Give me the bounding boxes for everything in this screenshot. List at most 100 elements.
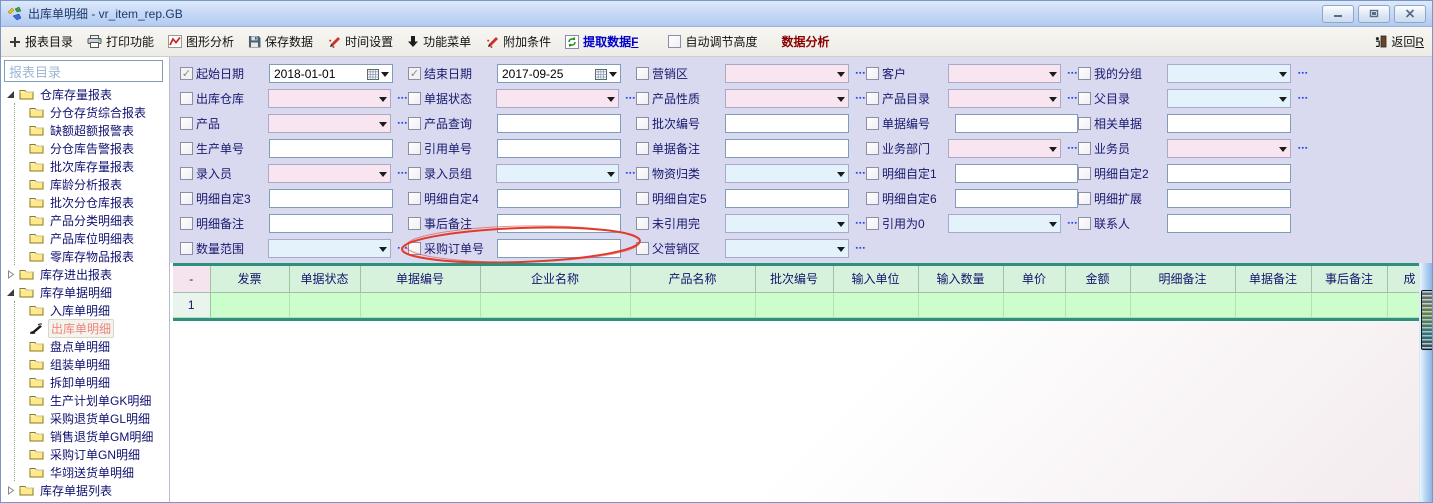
dropdown-select[interactable] — [948, 214, 1060, 233]
filter-checkbox[interactable] — [180, 142, 193, 155]
grid-cell[interactable] — [289, 292, 360, 317]
filter-checkbox[interactable] — [866, 67, 879, 80]
filter-checkbox[interactable] — [1078, 117, 1091, 130]
text-input[interactable] — [1167, 189, 1291, 208]
tree-item[interactable]: 缺额超额报警表 — [15, 121, 169, 139]
more-options-button[interactable]: ▪▪▪ — [1068, 95, 1078, 102]
tree-item[interactable]: 分仓库告警报表 — [15, 139, 169, 157]
filter-checkbox[interactable] — [408, 167, 421, 180]
text-input[interactable] — [269, 139, 393, 158]
dropdown-select[interactable] — [725, 89, 849, 108]
minimize-button[interactable] — [1322, 5, 1354, 23]
report-directory-search-input[interactable] — [4, 60, 163, 82]
grid-cell[interactable] — [630, 292, 755, 317]
filter-checkbox[interactable] — [1078, 167, 1091, 180]
column-header[interactable]: 产品名称 — [630, 266, 755, 292]
filter-checkbox[interactable] — [636, 242, 649, 255]
filter-checkbox[interactable] — [1078, 217, 1091, 230]
filter-checkbox[interactable] — [636, 167, 649, 180]
date-input[interactable]: 2018-01-01 — [269, 64, 393, 83]
filter-checkbox[interactable] — [1078, 192, 1091, 205]
text-input[interactable] — [725, 114, 849, 133]
vertical-scrollbar[interactable] — [1419, 263, 1432, 502]
column-header[interactable]: 成 — [1387, 266, 1419, 292]
filter-checkbox[interactable] — [636, 192, 649, 205]
close-button[interactable] — [1394, 5, 1426, 23]
filter-checkbox[interactable] — [636, 217, 649, 230]
column-header[interactable]: 事后备注 — [1311, 266, 1387, 292]
more-options-button[interactable]: ▪▪▪ — [1068, 220, 1078, 227]
more-options-button[interactable]: ▪▪▪ — [626, 95, 636, 102]
restore-button[interactable] — [1358, 5, 1390, 23]
grid-cell[interactable] — [833, 292, 918, 317]
tree-item[interactable]: 产品分类明细表 — [15, 211, 169, 229]
more-options-button[interactable]: ▪▪▪ — [1298, 95, 1308, 102]
grid-cell[interactable] — [1065, 292, 1130, 317]
filter-checkbox[interactable] — [180, 192, 193, 205]
grid-cell[interactable] — [360, 292, 480, 317]
text-input[interactable] — [1167, 214, 1291, 233]
more-options-button[interactable]: ▪▪▪ — [626, 170, 636, 177]
filter-checkbox[interactable] — [408, 217, 421, 230]
more-options-button[interactable]: ▪▪▪ — [1068, 145, 1078, 152]
row-number-cell[interactable]: 1 — [173, 292, 210, 317]
text-input[interactable] — [497, 189, 621, 208]
text-input[interactable] — [269, 189, 393, 208]
filter-checkbox[interactable] — [408, 92, 421, 105]
filter-checkbox[interactable]: ✓ — [180, 67, 193, 80]
tree-folder[interactable]: 库存进出报表 — [1, 265, 169, 283]
grid-cell[interactable] — [1235, 292, 1311, 317]
more-options-button[interactable]: ▪▪▪ — [856, 170, 866, 177]
dropdown-select[interactable] — [1167, 139, 1291, 158]
dropdown-select[interactable] — [725, 239, 849, 258]
scrollbar-thumb[interactable] — [1421, 290, 1433, 350]
tree-item[interactable]: 零库存物品报表 — [15, 247, 169, 265]
save-data-button[interactable]: 保存数据 — [248, 33, 313, 50]
tree-item[interactable]: 采购订单GN明细 — [15, 445, 169, 463]
tree-item[interactable]: 采购退货单GL明细 — [15, 409, 169, 427]
tree-item[interactable]: 库龄分析报表 — [15, 175, 169, 193]
filter-checkbox[interactable]: ✓ — [408, 67, 421, 80]
more-options-button[interactable]: ▪▪▪ — [1298, 70, 1308, 77]
more-options-button[interactable]: ▪▪▪ — [856, 220, 866, 227]
dropdown-select[interactable] — [496, 164, 618, 183]
dropdown-select[interactable] — [948, 89, 1060, 108]
dropdown-select[interactable] — [496, 89, 618, 108]
collapse-icon[interactable] — [6, 90, 15, 99]
more-options-button[interactable]: ▪▪▪ — [856, 245, 866, 252]
tree-folder[interactable]: 库存单据列表 — [1, 481, 169, 499]
date-input[interactable]: 2017-09-25 — [497, 64, 621, 83]
column-header[interactable]: 金额 — [1065, 266, 1130, 292]
grid-cell[interactable] — [755, 292, 833, 317]
dropdown-select[interactable] — [268, 89, 390, 108]
column-header[interactable]: 单据状态 — [289, 266, 360, 292]
column-header[interactable]: 单价 — [1003, 266, 1065, 292]
dropdown-select[interactable] — [948, 139, 1060, 158]
text-input[interactable] — [1167, 164, 1291, 183]
more-options-button[interactable]: ▪▪▪ — [398, 95, 408, 102]
more-options-button[interactable]: ▪▪▪ — [1298, 145, 1308, 152]
filter-checkbox[interactable] — [408, 192, 421, 205]
tree-item[interactable]: 组装单明细 — [15, 355, 169, 373]
tree-item[interactable]: 分仓存货综合报表 — [15, 103, 169, 121]
additional-conditions-button[interactable]: 附加条件 — [485, 33, 551, 50]
dropdown-select[interactable] — [268, 114, 390, 133]
grid-cell[interactable] — [210, 292, 289, 317]
dropdown-select[interactable] — [725, 164, 849, 183]
grid-cell[interactable] — [1130, 292, 1235, 317]
back-button[interactable]: 返回R — [1374, 33, 1424, 50]
tree-item[interactable]: 拆卸单明细 — [15, 373, 169, 391]
text-input[interactable] — [497, 114, 621, 133]
collapse-icon[interactable] — [6, 288, 15, 297]
tree-item[interactable]: 华翊送货单明细 — [15, 463, 169, 481]
tree-item[interactable]: 出库单明细 — [15, 319, 169, 337]
dropdown-select[interactable] — [1167, 64, 1291, 83]
time-settings-button[interactable]: 时间设置 — [327, 33, 393, 50]
column-header[interactable]: 批次编号 — [755, 266, 833, 292]
filter-checkbox[interactable] — [1078, 92, 1091, 105]
more-options-button[interactable]: ▪▪▪ — [1068, 70, 1078, 77]
text-input[interactable] — [497, 239, 621, 258]
filter-checkbox[interactable] — [636, 92, 649, 105]
more-options-button[interactable]: ▪▪▪ — [398, 245, 408, 252]
filter-checkbox[interactable] — [180, 117, 193, 130]
